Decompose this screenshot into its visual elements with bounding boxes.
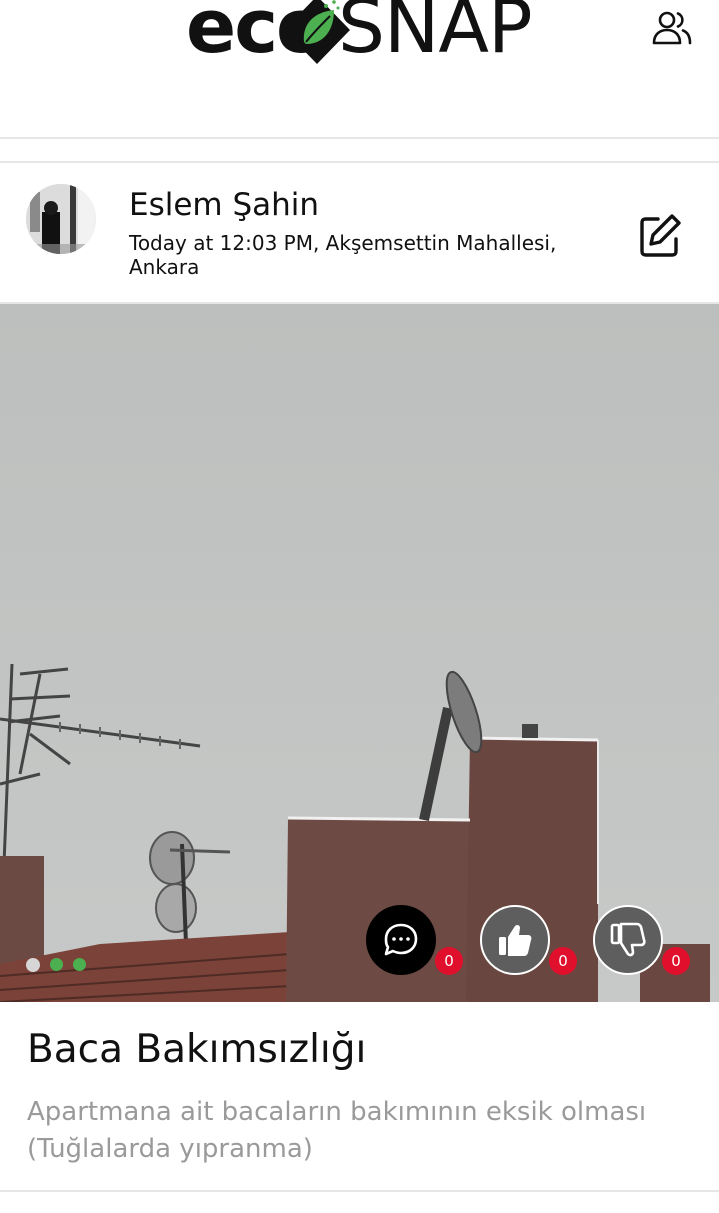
post-description: Apartmana ait bacaların bakımının eksik … [27,1097,647,1164]
dislike-button[interactable] [593,905,663,975]
post-header: Eslem Şahin Today at 12:03 PM, Akşemsett… [0,163,719,303]
ecosnap-logo[interactable]: eco SNAP [186,0,534,68]
carousel-dot-1[interactable] [26,958,40,972]
edit-button[interactable] [636,211,684,259]
people-button[interactable] [648,8,696,48]
post-bottom-divider [0,1190,719,1192]
logo-text-snap: SNAP [338,0,533,70]
like-count-badge: 0 [549,947,577,975]
carousel-dot-3[interactable] [73,958,86,971]
comment-icon [384,923,418,956]
comment-button[interactable] [366,905,436,975]
rooftop-chimney-photo [0,304,719,1002]
edit-icon [640,214,681,257]
users-icon [652,11,692,45]
app-header: eco SNAP [0,0,719,138]
comment-count-badge: 0 [435,947,463,975]
carousel-dot-2[interactable] [50,958,63,971]
like-button[interactable] [480,905,550,975]
thumbs-down-icon [610,922,646,957]
post-title: Baca Bakımsızlığı [27,1027,367,1072]
avatar-photo [26,184,96,254]
post-photo[interactable] [0,304,719,1002]
author-name[interactable]: Eslem Şahin [129,187,319,223]
post-meta: Today at 12:03 PM, Akşemsettin Mahallesi… [129,231,557,279]
carousel-indicators [26,958,86,972]
avatar[interactable] [26,184,96,254]
thumbs-up-icon [499,924,532,956]
header-divider [0,137,719,139]
dislike-count-badge: 0 [662,947,690,975]
